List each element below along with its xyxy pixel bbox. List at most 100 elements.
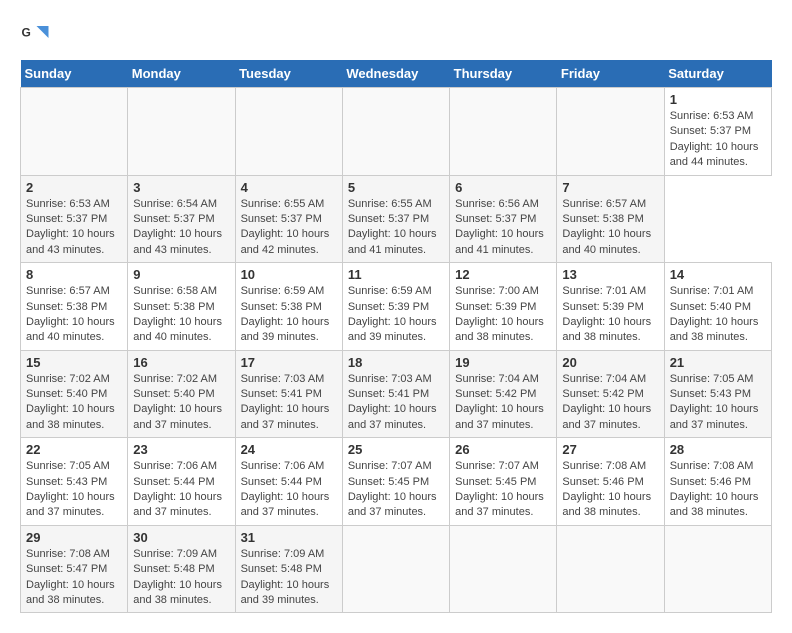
day-number: 19 xyxy=(455,355,551,370)
day-info: Sunrise: 7:02 AM Sunset: 5:40 PM Dayligh… xyxy=(26,372,122,434)
calendar-cell: 9 Sunrise: 6:58 AM Sunset: 5:38 PM Daylig… xyxy=(128,263,235,351)
calendar-cell: 4Sunrise: 6:55 AM Sunset: 5:37 PM Daylig… xyxy=(235,175,342,263)
day-info: Sunrise: 7:08 AM Sunset: 5:46 PM Dayligh… xyxy=(670,459,766,521)
day-number: 10 xyxy=(241,267,337,282)
calendar-cell: 6 Sunrise: 6:56 AM Sunset: 5:37 PM Daylig… xyxy=(450,175,557,263)
calendar-week-5: 22 Sunrise: 7:05 AM Sunset: 5:43 PM Dayli… xyxy=(21,438,772,526)
calendar-week-3: 8Sunrise: 6:57 AM Sunset: 5:38 PM Daylig… xyxy=(21,263,772,351)
day-number: 11 xyxy=(348,267,444,282)
calendar-cell: 11 Sunrise: 6:59 AM Sunset: 5:39 PM Dayli… xyxy=(342,263,449,351)
calendar-body: 1Sunrise: 6:53 AM Sunset: 5:37 PM Daylig… xyxy=(21,88,772,613)
day-info: Sunrise: 7:05 AM Sunset: 5:43 PM Dayligh… xyxy=(26,459,122,521)
day-info: Sunrise: 7:07 AM Sunset: 5:45 PM Dayligh… xyxy=(455,459,551,521)
calendar-cell: 31 Sunrise: 7:09 AM Sunset: 5:48 PM Dayli… xyxy=(235,525,342,613)
day-number: 24 xyxy=(241,442,337,457)
calendar-cell: 2 Sunrise: 6:53 AM Sunset: 5:37 PM Daylig… xyxy=(21,175,128,263)
day-info: Sunrise: 6:59 AM Sunset: 5:39 PM Dayligh… xyxy=(348,284,444,346)
day-number: 28 xyxy=(670,442,766,457)
day-header-tuesday: Tuesday xyxy=(235,60,342,88)
calendar-cell: 14 Sunrise: 7:01 AM Sunset: 5:40 PM Dayli… xyxy=(664,263,771,351)
calendar-cell xyxy=(664,525,771,613)
day-header-sunday: Sunday xyxy=(21,60,128,88)
calendar-cell: 20Sunrise: 7:04 AM Sunset: 5:42 PM Dayli… xyxy=(557,350,664,438)
day-info: Sunrise: 6:53 AM Sunset: 5:37 PM Dayligh… xyxy=(26,197,122,259)
calendar-cell: 28 Sunrise: 7:08 AM Sunset: 5:46 PM Dayli… xyxy=(664,438,771,526)
day-number: 18 xyxy=(348,355,444,370)
day-header-wednesday: Wednesday xyxy=(342,60,449,88)
day-info: Sunrise: 7:06 AM Sunset: 5:44 PM Dayligh… xyxy=(133,459,229,521)
calendar-cell xyxy=(450,88,557,176)
day-info: Sunrise: 6:57 AM Sunset: 5:38 PM Dayligh… xyxy=(562,197,658,259)
day-number: 3 xyxy=(133,180,229,195)
day-info: Sunrise: 7:03 AM Sunset: 5:41 PM Dayligh… xyxy=(348,372,444,434)
day-number: 12 xyxy=(455,267,551,282)
calendar-cell: 15 Sunrise: 7:02 AM Sunset: 5:40 PM Dayli… xyxy=(21,350,128,438)
day-info: Sunrise: 7:01 AM Sunset: 5:40 PM Dayligh… xyxy=(670,284,766,346)
calendar-cell xyxy=(557,525,664,613)
logo: G xyxy=(20,20,54,50)
day-info: Sunrise: 6:56 AM Sunset: 5:37 PM Dayligh… xyxy=(455,197,551,259)
calendar-cell: 8Sunrise: 6:57 AM Sunset: 5:38 PM Daylig… xyxy=(21,263,128,351)
calendar-cell: 7 Sunrise: 6:57 AM Sunset: 5:38 PM Daylig… xyxy=(557,175,664,263)
day-number: 6 xyxy=(455,180,551,195)
calendar-cell xyxy=(557,88,664,176)
day-number: 30 xyxy=(133,530,229,545)
calendar-cell: 3 Sunrise: 6:54 AM Sunset: 5:37 PM Daylig… xyxy=(128,175,235,263)
day-info: Sunrise: 7:07 AM Sunset: 5:45 PM Dayligh… xyxy=(348,459,444,521)
day-number: 22 xyxy=(26,442,122,457)
day-number: 7 xyxy=(562,180,658,195)
day-info: Sunrise: 6:55 AM Sunset: 5:37 PM Dayligh… xyxy=(241,197,337,259)
calendar-cell: 27Sunrise: 7:08 AM Sunset: 5:46 PM Dayli… xyxy=(557,438,664,526)
day-number: 14 xyxy=(670,267,766,282)
day-info: Sunrise: 6:55 AM Sunset: 5:37 PM Dayligh… xyxy=(348,197,444,259)
day-number: 31 xyxy=(241,530,337,545)
day-header-monday: Monday xyxy=(128,60,235,88)
calendar-week-2: 2 Sunrise: 6:53 AM Sunset: 5:37 PM Daylig… xyxy=(21,175,772,263)
calendar-cell: 21 Sunrise: 7:05 AM Sunset: 5:43 PM Dayli… xyxy=(664,350,771,438)
day-info: Sunrise: 6:54 AM Sunset: 5:37 PM Dayligh… xyxy=(133,197,229,259)
calendar-cell: 18 Sunrise: 7:03 AM Sunset: 5:41 PM Dayli… xyxy=(342,350,449,438)
calendar-cell xyxy=(128,88,235,176)
day-info: Sunrise: 6:58 AM Sunset: 5:38 PM Dayligh… xyxy=(133,284,229,346)
day-number: 5 xyxy=(348,180,444,195)
calendar-cell: 5 Sunrise: 6:55 AM Sunset: 5:37 PM Daylig… xyxy=(342,175,449,263)
day-number: 23 xyxy=(133,442,229,457)
day-info: Sunrise: 6:53 AM Sunset: 5:37 PM Dayligh… xyxy=(670,109,766,171)
calendar-cell: 29Sunrise: 7:08 AM Sunset: 5:47 PM Dayli… xyxy=(21,525,128,613)
calendar-cell: 12 Sunrise: 7:00 AM Sunset: 5:39 PM Dayli… xyxy=(450,263,557,351)
day-number: 17 xyxy=(241,355,337,370)
day-number: 15 xyxy=(26,355,122,370)
day-number: 29 xyxy=(26,530,122,545)
day-info: Sunrise: 7:02 AM Sunset: 5:40 PM Dayligh… xyxy=(133,372,229,434)
day-info: Sunrise: 7:01 AM Sunset: 5:39 PM Dayligh… xyxy=(562,284,658,346)
day-header-friday: Friday xyxy=(557,60,664,88)
day-info: Sunrise: 7:05 AM Sunset: 5:43 PM Dayligh… xyxy=(670,372,766,434)
day-info: Sunrise: 7:09 AM Sunset: 5:48 PM Dayligh… xyxy=(241,547,337,609)
calendar-week-6: 29Sunrise: 7:08 AM Sunset: 5:47 PM Dayli… xyxy=(21,525,772,613)
day-number: 16 xyxy=(133,355,229,370)
day-info: Sunrise: 6:59 AM Sunset: 5:38 PM Dayligh… xyxy=(241,284,337,346)
day-header-thursday: Thursday xyxy=(450,60,557,88)
day-info: Sunrise: 7:00 AM Sunset: 5:39 PM Dayligh… xyxy=(455,284,551,346)
day-number: 26 xyxy=(455,442,551,457)
calendar-cell: 1Sunrise: 6:53 AM Sunset: 5:37 PM Daylig… xyxy=(664,88,771,176)
day-info: Sunrise: 7:08 AM Sunset: 5:46 PM Dayligh… xyxy=(562,459,658,521)
day-number: 25 xyxy=(348,442,444,457)
day-number: 13 xyxy=(562,267,658,282)
calendar-cell: 25 Sunrise: 7:07 AM Sunset: 5:45 PM Dayli… xyxy=(342,438,449,526)
day-info: Sunrise: 7:04 AM Sunset: 5:42 PM Dayligh… xyxy=(562,372,658,434)
day-info: Sunrise: 7:09 AM Sunset: 5:48 PM Dayligh… xyxy=(133,547,229,609)
svg-text:G: G xyxy=(22,26,31,40)
calendar-cell xyxy=(342,88,449,176)
calendar-cell xyxy=(235,88,342,176)
day-number: 21 xyxy=(670,355,766,370)
calendar-cell: 19Sunrise: 7:04 AM Sunset: 5:42 PM Dayli… xyxy=(450,350,557,438)
logo-icon: G xyxy=(20,20,50,50)
calendar-header: SundayMondayTuesdayWednesdayThursdayFrid… xyxy=(21,60,772,88)
day-number: 2 xyxy=(26,180,122,195)
day-number: 9 xyxy=(133,267,229,282)
day-header-saturday: Saturday xyxy=(664,60,771,88)
header-row: SundayMondayTuesdayWednesdayThursdayFrid… xyxy=(21,60,772,88)
header: G xyxy=(20,20,772,50)
calendar-cell: 30 Sunrise: 7:09 AM Sunset: 5:48 PM Dayli… xyxy=(128,525,235,613)
